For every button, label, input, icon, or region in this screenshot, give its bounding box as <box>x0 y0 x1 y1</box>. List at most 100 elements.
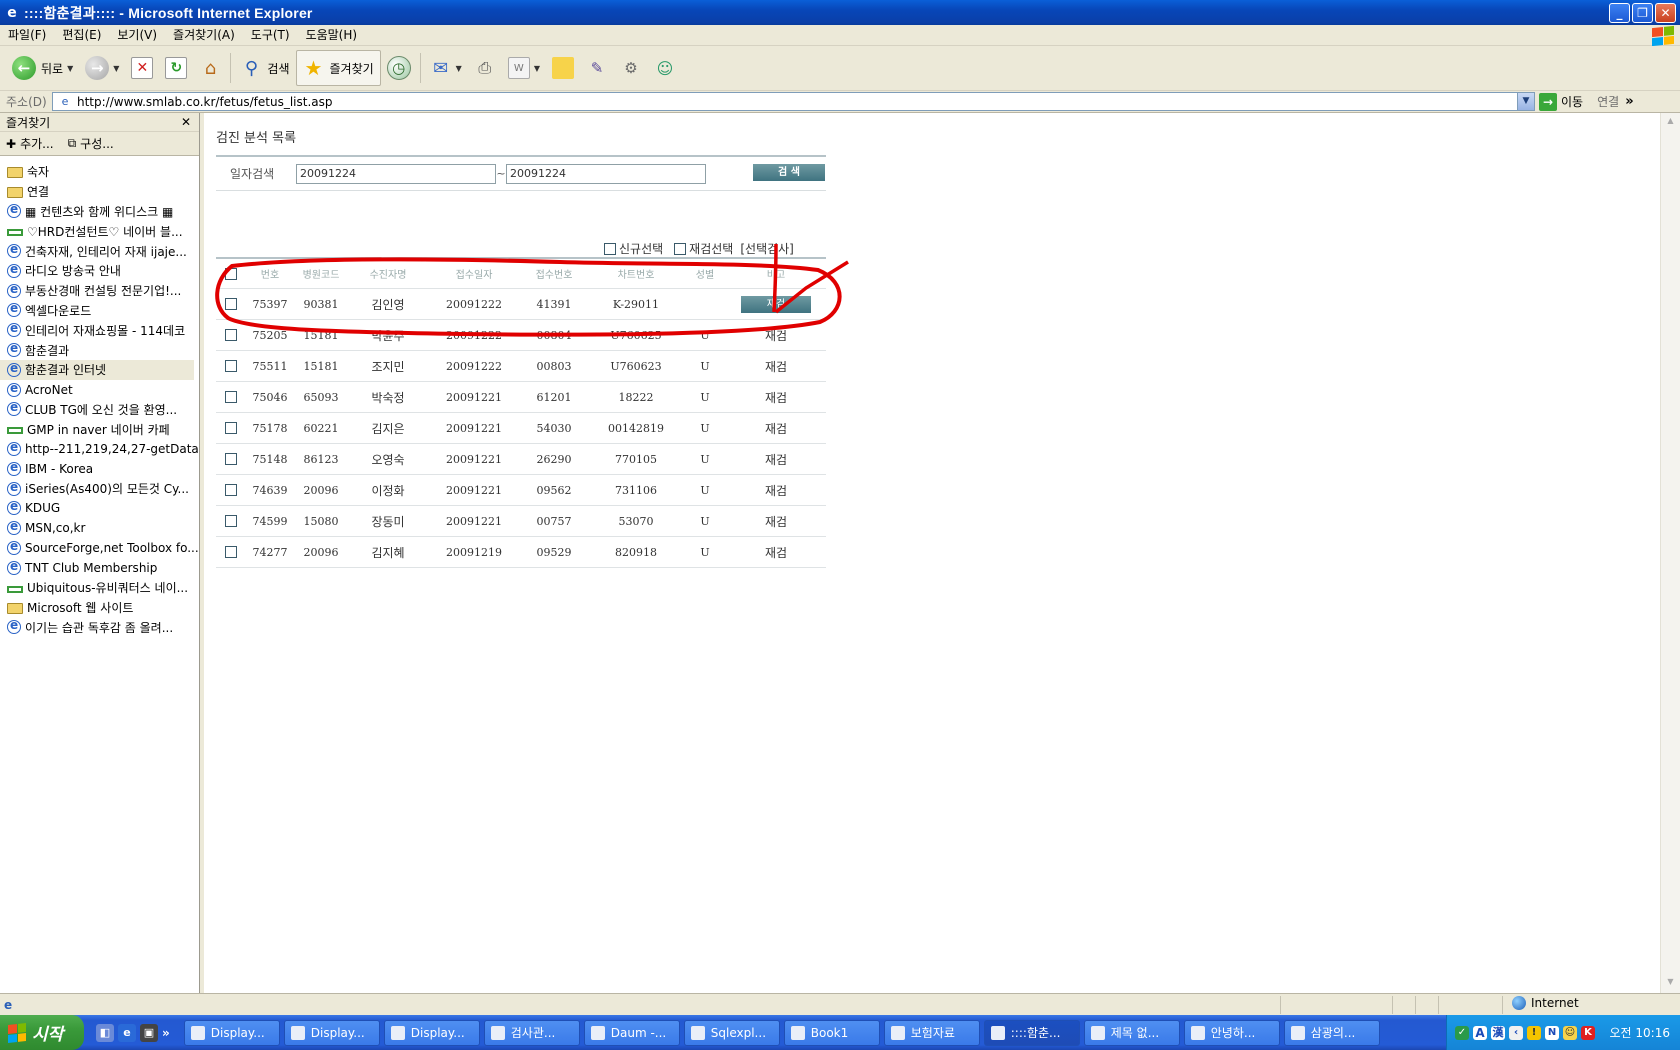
date-to-input[interactable] <box>506 163 706 184</box>
retest-link[interactable]: 재검 <box>765 422 787 436</box>
retest-link[interactable]: 재검 <box>765 453 787 467</box>
row-checkbox[interactable] <box>225 329 237 341</box>
add-favorite-button[interactable]: ✚ 추가... <box>6 135 54 152</box>
chevron-down-icon[interactable]: ▼ <box>534 64 540 73</box>
taskbar-button[interactable]: Display... <box>183 1019 280 1046</box>
favorite-item[interactable]: 연결 <box>0 182 199 202</box>
retest-link[interactable]: 재검 <box>765 391 787 405</box>
chevron-right-icon[interactable]: » <box>162 1026 170 1040</box>
chevron-right-icon[interactable]: » <box>1625 94 1633 109</box>
taskbar-button[interactable]: Sqlexpl... <box>683 1019 780 1046</box>
row-checkbox[interactable] <box>225 360 237 372</box>
taskbar-button[interactable]: 제목 없... <box>1083 1019 1180 1046</box>
stop-button[interactable]: ✕ <box>125 50 159 86</box>
table-row[interactable]: 75205 15181 박윤주 20091222 00804 U760625 U 재검 <box>216 320 826 351</box>
retest-select-checkbox[interactable] <box>674 242 687 255</box>
favorite-item[interactable]: 건축자재, 인테리어 자재 ijaje... <box>0 241 199 261</box>
taskbar-button[interactable]: Book1 <box>783 1019 880 1046</box>
vertical-scrollbar[interactable]: ▲ ▼ <box>1660 113 1680 993</box>
mail-button[interactable]: ✉ ▼ <box>424 50 468 86</box>
retest-link[interactable]: 재검 <box>765 329 787 343</box>
select-all-checkbox[interactable] <box>225 267 237 280</box>
history-button[interactable]: ◷ <box>381 50 417 86</box>
retest-link[interactable]: 재검 <box>765 484 787 498</box>
favorite-item[interactable]: 함춘결과 <box>0 340 199 360</box>
menu-view[interactable]: 보기(V) <box>109 25 165 46</box>
menu-help[interactable]: 도움말(H) <box>298 25 366 46</box>
menu-favorites[interactable]: 즐겨찾기(A) <box>165 25 243 46</box>
tools-button[interactable]: ⚙ <box>614 50 648 86</box>
taskbar-button[interactable]: ::::함춘... <box>983 1019 1080 1046</box>
table-row[interactable]: 74277 20096 김지혜 20091219 09529 820918 U 재검 <box>216 537 826 568</box>
tray-face-icon[interactable]: ☺ <box>1563 1025 1577 1040</box>
favorite-item[interactable]: ▦ 컨텐츠와 함께 위디스크 ▦ <box>0 202 199 222</box>
search-submit-button[interactable]: 검 색 <box>753 164 825 181</box>
row-checkbox[interactable] <box>225 453 237 465</box>
chevron-down-icon[interactable]: ▼ <box>113 64 119 73</box>
taskbar-button[interactable]: Display... <box>383 1019 480 1046</box>
row-checkbox[interactable] <box>225 515 237 527</box>
menu-file[interactable]: 파일(F) <box>0 25 54 46</box>
forward-button[interactable]: → ▼ <box>79 50 125 86</box>
favorite-item[interactable]: ♡HRD컨설턴트♡ 네이버 블... <box>0 221 199 241</box>
refresh-button[interactable]: ↻ <box>159 50 193 86</box>
row-checkbox[interactable] <box>225 546 237 558</box>
row-checkbox[interactable] <box>225 484 237 496</box>
retest-link[interactable]: 재검 <box>765 546 787 560</box>
menu-edit[interactable]: 편집(E) <box>54 25 109 46</box>
row-checkbox[interactable] <box>225 391 237 403</box>
maximize-button[interactable]: ❐ <box>1632 3 1653 23</box>
back-button[interactable]: ← 뒤로 ▼ <box>6 50 79 86</box>
menu-tools[interactable]: 도구(T) <box>243 25 298 46</box>
taskbar-button[interactable]: 안녕하... <box>1183 1019 1280 1046</box>
show-desktop-icon[interactable]: ◧ <box>96 1023 114 1042</box>
print-button[interactable]: ⎙ <box>468 50 502 86</box>
address-input[interactable] <box>77 94 1497 109</box>
chevron-down-icon[interactable]: ▼ <box>67 64 73 73</box>
start-button[interactable]: 시작 <box>0 1015 84 1050</box>
favorite-item[interactable]: TNT Club Membership <box>0 558 199 578</box>
table-row[interactable]: 75511 15181 조지민 20091222 00803 U760623 U 재검 <box>216 351 826 382</box>
favorite-item[interactable]: GMP in naver 네이버 카페 <box>0 419 199 439</box>
row-checkbox[interactable] <box>225 298 237 310</box>
retest-link[interactable]: 재검 <box>765 515 787 529</box>
tray-shield-icon[interactable]: ! <box>1527 1025 1541 1040</box>
messenger-button[interactable]: ☺ <box>648 50 682 86</box>
favorite-item[interactable]: 인테리어 자재쇼핑몰 - 114데코 <box>0 320 199 340</box>
chevron-down-icon[interactable]: ▼ <box>456 64 462 73</box>
favorite-item[interactable]: SourceForge,net Toolbox fo... <box>0 538 199 558</box>
favorite-item[interactable]: 숙자 <box>0 162 199 182</box>
favorite-item[interactable]: http--211,219,24,27-getData-... <box>0 439 199 459</box>
taskbar-button[interactable]: 삼광의... <box>1283 1019 1380 1046</box>
tray-k-icon[interactable]: K <box>1581 1025 1595 1040</box>
favorite-item[interactable]: IBM - Korea <box>0 459 199 479</box>
chevron-down-icon[interactable]: ▼ <box>1517 93 1534 110</box>
go-button[interactable]: → 이동 <box>1539 92 1583 111</box>
favorite-item[interactable]: 라디오 방송국 안내 <box>0 261 199 281</box>
home-button[interactable]: ⌂ <box>193 50 227 86</box>
tray-arrow-icon[interactable]: ‹ <box>1509 1025 1523 1040</box>
taskbar-button[interactable]: 보험자료 <box>883 1019 980 1046</box>
favorite-item[interactable]: KDUG <box>0 499 199 519</box>
close-button[interactable]: ✕ <box>1655 3 1676 23</box>
table-row[interactable]: 75046 65093 박숙정 20091221 61201 18222 U 재검 <box>216 382 826 413</box>
ime-hanja-icon[interactable]: 漢 <box>1491 1025 1505 1040</box>
table-row[interactable]: 75397 90381 김인영 20091222 41391 K-29011 재검 <box>216 289 826 320</box>
taskbar-button[interactable]: Daum -... <box>583 1019 680 1046</box>
favorite-item[interactable]: 엑셀다운로드 <box>0 301 199 321</box>
retest-link[interactable]: 재검 <box>765 360 787 374</box>
favorite-item[interactable]: iSeries(As400)의 모든것 Cy... <box>0 479 199 499</box>
selected-test-link[interactable]: [선택검사] <box>740 240 794 257</box>
ime-a-icon[interactable]: A <box>1473 1025 1487 1040</box>
table-row[interactable]: 74599 15080 장동미 20091221 00757 53070 U 재검 <box>216 506 826 537</box>
favorite-item[interactable]: AcroNet <box>0 380 199 400</box>
tray-network-icon[interactable]: ✓ <box>1455 1025 1469 1040</box>
row-checkbox[interactable] <box>225 422 237 434</box>
ie-icon[interactable]: e <box>118 1023 136 1042</box>
date-from-input[interactable] <box>296 163 496 184</box>
media-icon[interactable]: ▣ <box>140 1023 158 1042</box>
new-select-checkbox[interactable] <box>604 242 616 255</box>
minimize-button[interactable]: _ <box>1609 3 1630 23</box>
edit-button[interactable]: W ▼ <box>502 50 546 86</box>
organize-favorites-button[interactable]: ⧉ 구성... <box>68 135 114 152</box>
